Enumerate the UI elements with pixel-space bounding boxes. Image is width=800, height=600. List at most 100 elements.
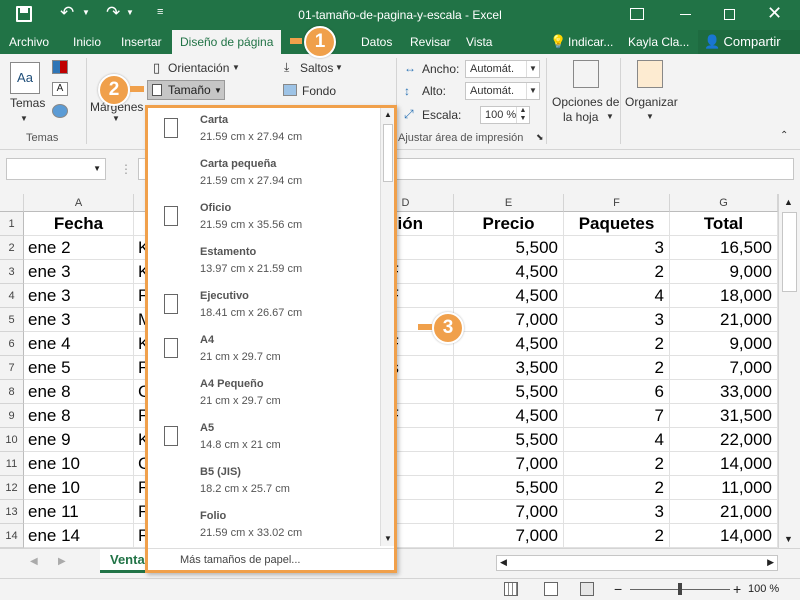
sheet-options-icon[interactable] (573, 60, 599, 88)
cell-g-14[interactable]: 14,000 (670, 524, 778, 548)
row-header[interactable]: 3 (0, 260, 24, 284)
row-header[interactable]: 10 (0, 428, 24, 452)
themes-button[interactable]: Temas (10, 96, 45, 110)
size-button[interactable]: Tamaño ▼ (147, 80, 225, 100)
cell-e-6[interactable]: 4,500 (454, 332, 564, 356)
scroll-thumb[interactable] (782, 212, 797, 292)
cell-e-14[interactable]: 7,000 (454, 524, 564, 548)
arrange-dropdown-icon[interactable]: ▼ (646, 112, 654, 121)
row-header[interactable]: 9 (0, 404, 24, 428)
row-header[interactable]: 13 (0, 500, 24, 524)
cell-a-2[interactable]: ene 2 (24, 236, 134, 260)
collapse-ribbon-icon[interactable]: ⌃ (780, 130, 788, 141)
page-layout-icon[interactable] (544, 582, 558, 596)
column-header-f[interactable]: F (564, 194, 670, 212)
cell-g-10[interactable]: 22,000 (670, 428, 778, 452)
page-size-option[interactable]: A4 Pequeño 21 cm x 29.7 cm (148, 372, 378, 416)
page-size-option[interactable]: Carta 21.59 cm x 27.94 cm (148, 108, 378, 152)
breaks-icon[interactable]: ⤓ (284, 60, 289, 75)
cell-e-13[interactable]: 7,000 (454, 500, 564, 524)
colors-icon[interactable] (52, 60, 68, 74)
cell-g-1[interactable]: Total (670, 212, 778, 236)
cell-g-3[interactable]: 9,000 (670, 260, 778, 284)
zoom-level[interactable]: 100 % (748, 583, 779, 595)
column-header-e[interactable]: E (454, 194, 564, 212)
row-header[interactable]: 5 (0, 308, 24, 332)
scale-spinner[interactable]: 100 % ▲ ▼ (480, 106, 530, 124)
sheet-options-line1[interactable]: Opciones de (552, 95, 619, 109)
background-button[interactable]: Fondo (302, 84, 336, 98)
themes-icon[interactable]: Aa (10, 62, 40, 94)
cell-e-10[interactable]: 5,500 (454, 428, 564, 452)
page-size-option[interactable]: Estamento 13.97 cm x 21.59 cm (148, 240, 378, 284)
row-header[interactable]: 1 (0, 212, 24, 236)
cell-g-4[interactable]: 18,000 (670, 284, 778, 308)
cell-a-10[interactable]: ene 9 (24, 428, 134, 452)
height-select[interactable]: Automát. ▼ (465, 82, 540, 100)
zoom-in-icon[interactable]: + (733, 581, 741, 597)
cell-f-9[interactable]: 7 (564, 404, 670, 428)
column-header-a[interactable]: A (24, 194, 134, 212)
cell-a-4[interactable]: ene 3 (24, 284, 134, 308)
width-select[interactable]: Automát. ▼ (465, 60, 540, 78)
row-header[interactable]: 12 (0, 476, 24, 500)
cell-g-11[interactable]: 14,000 (670, 452, 778, 476)
cell-e-9[interactable]: 4,500 (454, 404, 564, 428)
effects-icon[interactable] (52, 104, 68, 118)
ribbon-display-icon[interactable] (630, 8, 644, 20)
cell-g-6[interactable]: 9,000 (670, 332, 778, 356)
name-box[interactable]: ▼ (6, 158, 106, 180)
arrange-button[interactable]: Organizar (625, 95, 678, 109)
close-icon[interactable]: ✕ (767, 3, 782, 24)
maximize-icon[interactable] (724, 9, 735, 20)
cell-e-5[interactable]: 7,000 (454, 308, 564, 332)
tab-archivo[interactable]: Archivo (9, 30, 49, 54)
lightbulb-icon[interactable]: 💡 (550, 34, 566, 50)
cell-f-13[interactable]: 3 (564, 500, 670, 524)
cell-e-8[interactable]: 5,500 (454, 380, 564, 404)
cell-e-11[interactable]: 7,000 (454, 452, 564, 476)
row-header[interactable]: 8 (0, 380, 24, 404)
sheet-options-line2[interactable]: la hoja (563, 110, 598, 124)
page-size-option[interactable]: B5 (JIS) 18.2 cm x 25.7 cm (148, 460, 378, 504)
cell-a-5[interactable]: ene 3 (24, 308, 134, 332)
cell-f-6[interactable]: 2 (564, 332, 670, 356)
row-header[interactable]: 11 (0, 452, 24, 476)
dropdown-scroll-thumb[interactable] (383, 124, 393, 182)
cell-f-11[interactable]: 2 (564, 452, 670, 476)
cell-f-10[interactable]: 4 (564, 428, 670, 452)
cell-a-13[interactable]: ene 11 (24, 500, 134, 524)
tell-me-box[interactable]: Indicar... (568, 30, 613, 54)
margins-dropdown-icon[interactable]: ▼ (112, 114, 120, 123)
page-size-option[interactable]: Folio 21.59 cm x 33.02 cm (148, 504, 378, 548)
cell-g-5[interactable]: 21,000 (670, 308, 778, 332)
row-header[interactable]: 14 (0, 524, 24, 548)
horizontal-scrollbar[interactable]: ◀ ▶ (496, 555, 778, 571)
page-size-option[interactable]: A5 14.8 cm x 21 cm (148, 416, 378, 460)
tab-inicio[interactable]: Inicio (73, 30, 101, 54)
fonts-icon[interactable]: A (52, 82, 68, 96)
cell-f-2[interactable]: 3 (564, 236, 670, 260)
cell-e-12[interactable]: 5,500 (454, 476, 564, 500)
cell-f-1[interactable]: Paquetes (564, 212, 670, 236)
row-header[interactable]: 7 (0, 356, 24, 380)
breaks-button[interactable]: Saltos (300, 61, 333, 75)
cell-a-12[interactable]: ene 10 (24, 476, 134, 500)
scroll-down-icon[interactable]: ▼ (784, 534, 793, 544)
page-size-option[interactable]: Carta pequeña 21.59 cm x 27.94 cm (148, 152, 378, 196)
scroll-up-icon[interactable]: ▲ (784, 197, 793, 207)
cell-e-7[interactable]: 3,500 (454, 356, 564, 380)
scroll-left-icon[interactable]: ◀ (500, 557, 507, 568)
cell-a-7[interactable]: ene 5 (24, 356, 134, 380)
cell-a-8[interactable]: ene 8 (24, 380, 134, 404)
dropdown-scroll-up-icon[interactable]: ▲ (384, 110, 392, 119)
cell-f-3[interactable]: 2 (564, 260, 670, 284)
row-header[interactable]: 2 (0, 236, 24, 260)
cell-e-1[interactable]: Precio (454, 212, 564, 236)
page-break-icon[interactable] (580, 582, 594, 596)
dropdown-scroll-down-icon[interactable]: ▼ (384, 534, 392, 543)
breaks-dropdown-icon[interactable]: ▼ (335, 63, 343, 72)
cell-g-9[interactable]: 31,500 (670, 404, 778, 428)
cell-a-11[interactable]: ene 10 (24, 452, 134, 476)
spinner-icon[interactable]: ▲ ▼ (516, 107, 529, 123)
